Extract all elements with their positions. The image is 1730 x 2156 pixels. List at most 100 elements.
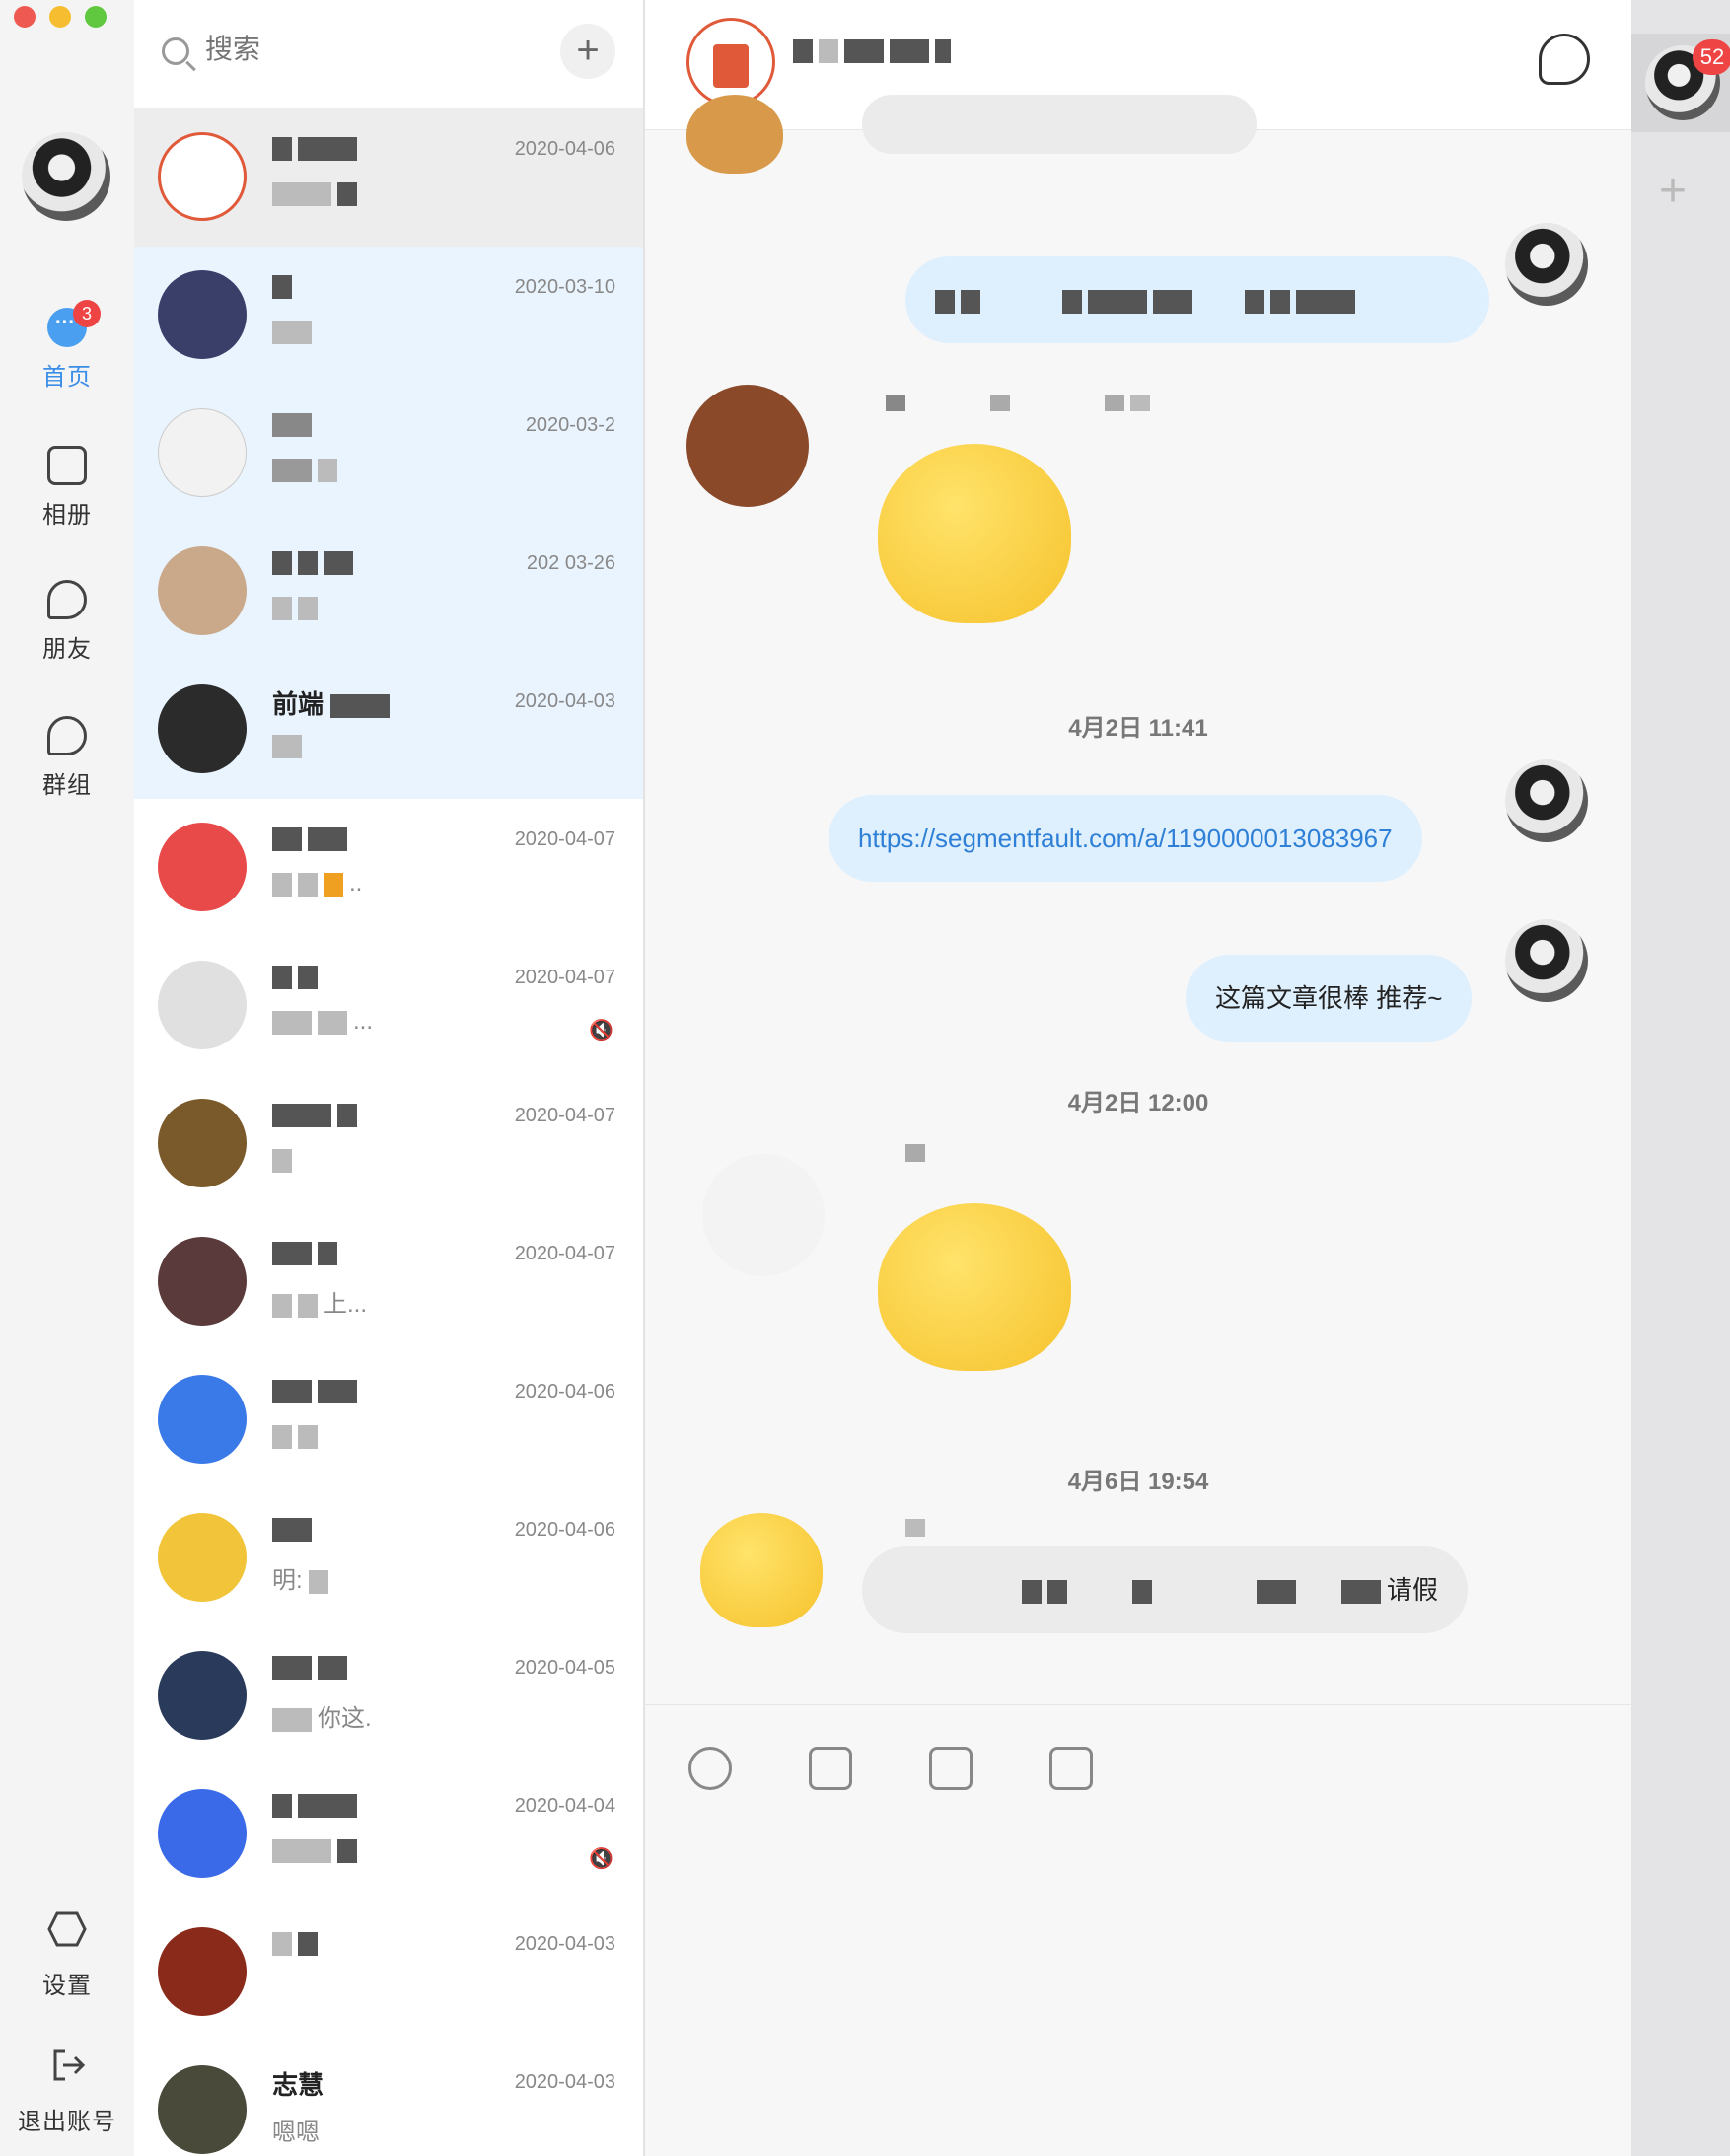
- nav-logout-label: 退出账号: [18, 2109, 116, 2135]
- sender-name: [905, 1519, 931, 1537]
- conversation-date: 2020-04-05: [514, 1657, 615, 1679]
- sender-avatar: [702, 1154, 825, 1276]
- conversation-date: 2020-04-07: [514, 828, 615, 850]
- time-divider: 4月6日 19:54: [1067, 1469, 1209, 1495]
- message-text: 请假: [1386, 1575, 1438, 1605]
- conversation-avatar: [158, 961, 247, 1049]
- image-icon[interactable]: [809, 1747, 852, 1790]
- conversation-avatar: [158, 132, 247, 221]
- group-members-icon[interactable]: [1539, 34, 1590, 85]
- conversation-item[interactable]: ... 2020-04-07 🔇: [134, 937, 643, 1075]
- conversation-item[interactable]: 2020-04-07: [134, 1075, 643, 1213]
- emoji-icon[interactable]: [688, 1747, 732, 1790]
- conversation-item[interactable]: 2020-04-04 🔇: [134, 1765, 643, 1904]
- unread-badge: 3: [73, 300, 101, 327]
- conversation-avatar: [158, 684, 247, 773]
- left-nav: 3 首页 相册 朋友 群组 设置 退出账号: [0, 0, 134, 2156]
- album-icon: [47, 446, 87, 485]
- sender-avatar: [700, 1513, 823, 1627]
- conversation-preview: ..: [349, 870, 363, 897]
- sender-avatar: [686, 385, 809, 507]
- message-bubble: 这篇文章很棒 推荐~: [1186, 955, 1473, 1042]
- conversation-item[interactable]: 2020-04-06: [134, 1351, 643, 1489]
- nav-groups[interactable]: 群组: [0, 716, 134, 800]
- conversation-date: 2020-04-06: [514, 1519, 615, 1541]
- logout-icon: [53, 2049, 86, 2081]
- group-icon: [47, 716, 87, 755]
- chat-pane: 4月2日 11:41 https://segmentfault.com/a/11…: [645, 0, 1631, 2156]
- nav-album[interactable]: 相册: [0, 446, 134, 530]
- message-composer[interactable]: [645, 1704, 1631, 2156]
- nav-home-label: 首页: [42, 364, 92, 391]
- message-text: 这篇文章很棒 推荐~: [1215, 983, 1443, 1013]
- settings-hexagon-icon: [47, 1911, 87, 1947]
- close-window-button[interactable]: [14, 6, 36, 28]
- gif-icon[interactable]: [1049, 1747, 1093, 1790]
- conversation-avatar: [158, 2065, 247, 2154]
- search-icon: [162, 37, 189, 65]
- conversation-date: 2020-04-06: [514, 138, 615, 160]
- chat-title: [793, 39, 957, 63]
- search-bar: +: [134, 0, 643, 108]
- conversation-preview: 上...: [324, 1291, 368, 1318]
- nav-home[interactable]: 3 首页: [0, 300, 134, 392]
- nav-settings-label: 设置: [42, 1973, 92, 1999]
- thumbs-up-sticker: [878, 1203, 1071, 1371]
- message-bubble: 请假: [862, 1546, 1468, 1633]
- chat-avatar[interactable]: [686, 18, 775, 107]
- account-unread-badge: 52: [1693, 39, 1730, 75]
- folder-icon[interactable]: [929, 1747, 973, 1790]
- conversation-item[interactable]: 202 03-26: [134, 523, 643, 661]
- conversation-avatar: [158, 1099, 247, 1187]
- my-avatar[interactable]: [22, 132, 110, 221]
- add-account-button[interactable]: +: [1659, 164, 1687, 218]
- conversation-preview: 嗯嗯: [272, 2120, 320, 2146]
- conversation-item[interactable]: 明: 2020-04-06: [134, 1489, 643, 1627]
- nav-groups-label: 群组: [42, 772, 92, 799]
- nav-album-label: 相册: [42, 502, 92, 529]
- new-chat-button[interactable]: +: [560, 24, 615, 79]
- conversation-item[interactable]: 2020-03-2: [134, 385, 643, 523]
- right-strip: 52 +: [1631, 0, 1730, 2156]
- conversation-preview: 明:: [272, 1567, 303, 1594]
- nav-friends[interactable]: 朋友: [0, 580, 134, 664]
- minimize-window-button[interactable]: [49, 6, 71, 28]
- conversation-item[interactable]: 上... 2020-04-07: [134, 1213, 643, 1351]
- conversation-item[interactable]: .. 2020-04-07: [134, 799, 643, 937]
- search-input[interactable]: [205, 34, 481, 65]
- conversation-avatar: [158, 1927, 247, 2016]
- conversation-date: 2020-04-04: [514, 1795, 615, 1817]
- conversation-avatar: [158, 1375, 247, 1464]
- message-bubble: [862, 95, 1257, 154]
- my-message-avatar: [1505, 223, 1588, 306]
- conversation-name: 志慧: [272, 2070, 324, 2100]
- conversation-item[interactable]: 2020-03-10: [134, 247, 643, 385]
- chat-bubble-icon: 3: [47, 300, 101, 347]
- link-message[interactable]: https://segmentfault.com/a/1190000013083…: [829, 795, 1422, 882]
- sticker-avatar: [686, 95, 783, 174]
- conversation-date: 202 03-26: [526, 552, 615, 574]
- time-divider: 4月2日 12:00: [1067, 1090, 1209, 1116]
- window-controls: [14, 6, 107, 28]
- conversation-date: 2020-03-2: [525, 414, 615, 436]
- conversation-date: 2020-04-03: [514, 2071, 615, 2093]
- conversation-list: + 2020-04-06 2020-03-10 2020-03-2 202 03…: [134, 0, 645, 2156]
- zoom-window-button[interactable]: [85, 6, 107, 28]
- nav-friends-label: 朋友: [42, 636, 92, 663]
- conversation-avatar: [158, 1789, 247, 1878]
- message-link[interactable]: https://segmentfault.com/a/1190000013083…: [858, 824, 1393, 853]
- conversation-item[interactable]: 2020-04-06: [134, 108, 643, 247]
- nav-logout[interactable]: 退出账号: [0, 2046, 134, 2136]
- message-bubble: [905, 256, 1489, 343]
- sender-name: [905, 1144, 931, 1162]
- friend-icon: [47, 580, 87, 619]
- conversation-item[interactable]: 你这. 2020-04-05: [134, 1627, 643, 1765]
- conversation-date: 2020-03-10: [514, 276, 615, 298]
- conversation-item[interactable]: 2020-04-03: [134, 1904, 643, 2042]
- conversation-avatar: [158, 270, 247, 359]
- conversation-item[interactable]: 志慧 嗯嗯 2020-04-03: [134, 2042, 643, 2156]
- conversation-item[interactable]: 前端 2020-04-03: [134, 661, 643, 799]
- conversation-avatar: [158, 823, 247, 911]
- conversation-date: 2020-04-03: [514, 690, 615, 712]
- nav-settings[interactable]: 设置: [0, 1909, 134, 2000]
